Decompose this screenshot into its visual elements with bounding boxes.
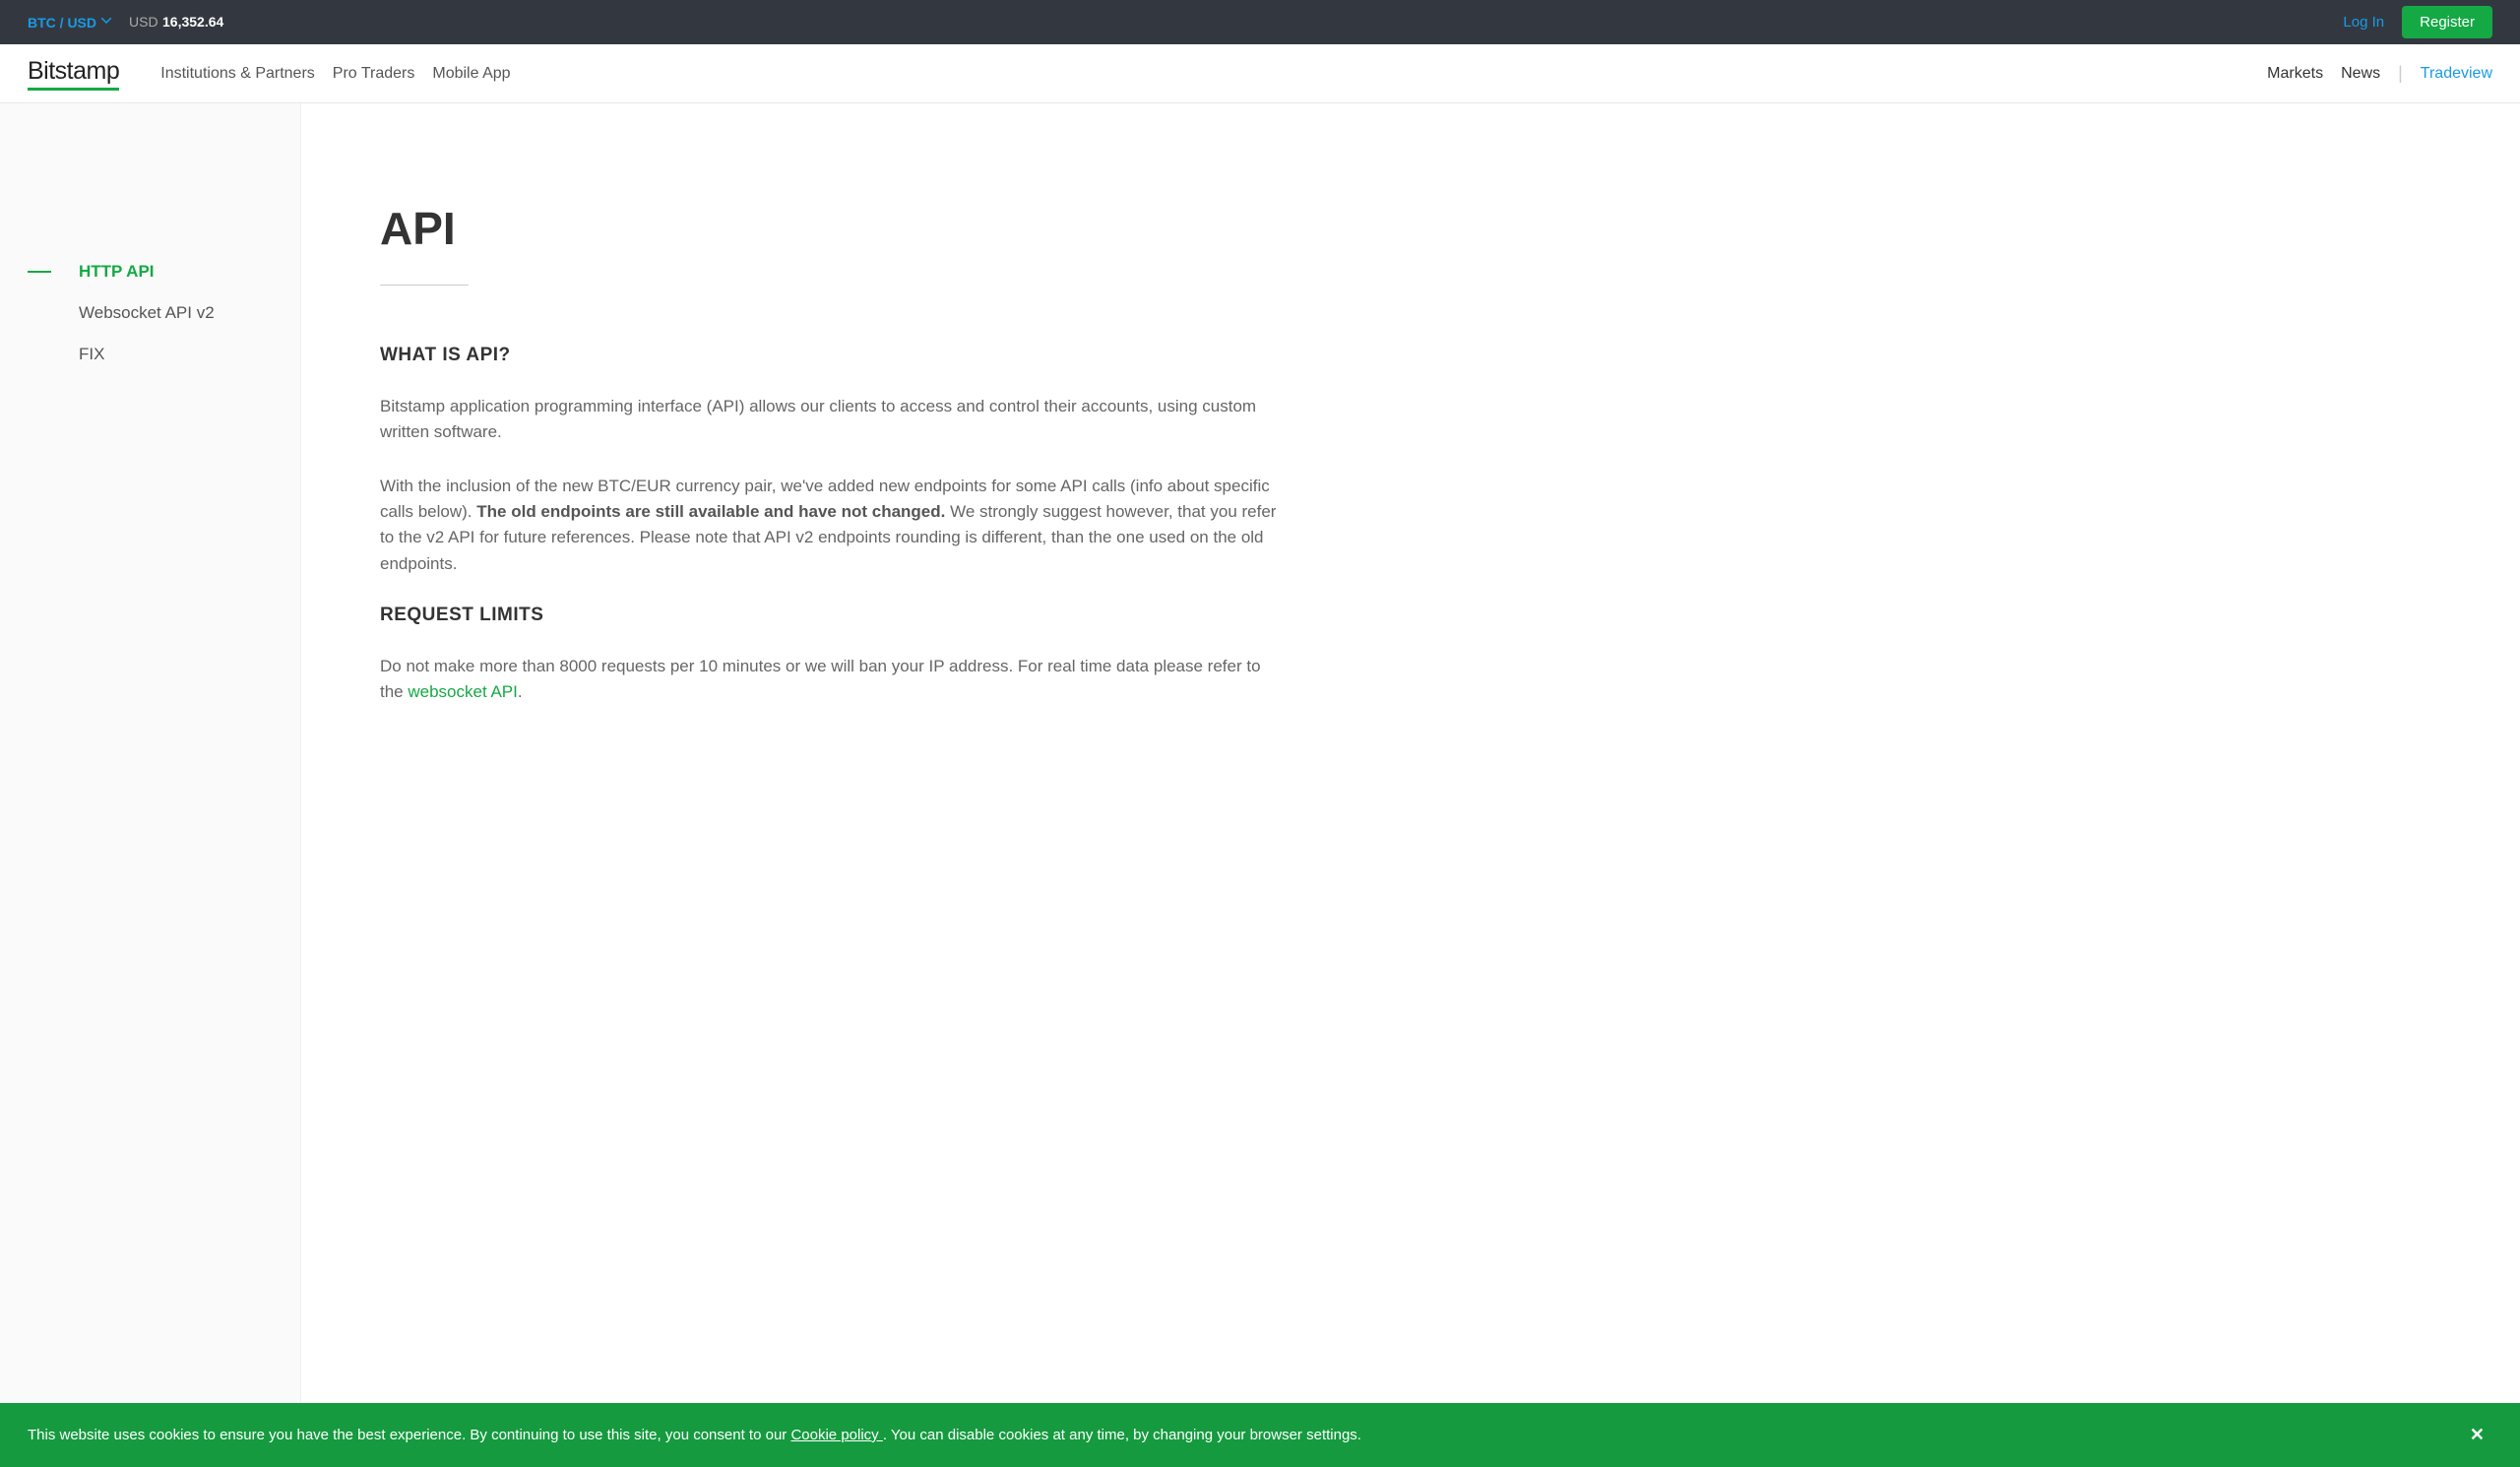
register-button[interactable]: Register	[2402, 6, 2492, 38]
p2-strong: The old endpoints are still available an…	[476, 502, 945, 521]
sidebar-item-fix[interactable]: FIX	[0, 334, 300, 375]
active-indicator	[28, 353, 51, 355]
what-is-api-p1: Bitstamp application programming interfa…	[380, 394, 1286, 446]
currency-pair-selector[interactable]: BTC / USD	[28, 15, 111, 31]
header-left: Bitstamp Institutions & Partners Pro Tra…	[28, 57, 511, 91]
sidebar-item-http-api[interactable]: HTTP API	[0, 251, 300, 292]
section-heading-request-limits: REQUEST LIMITS	[380, 605, 1286, 626]
top-bar: BTC / USD USD 16,352.64 Log In Register	[0, 0, 2520, 44]
primary-nav: Institutions & Partners Pro Traders Mobi…	[160, 65, 510, 83]
cookie-text-a: This website uses cookies to ensure you …	[28, 1427, 790, 1443]
active-indicator	[28, 271, 51, 273]
nav-mobile-app[interactable]: Mobile App	[432, 65, 510, 83]
top-bar-right: Log In Register	[2343, 6, 2492, 38]
nav-institutions[interactable]: Institutions & Partners	[160, 65, 315, 83]
main-content: API WHAT IS API? Bitstamp application pr…	[301, 103, 1345, 1467]
main-header: Bitstamp Institutions & Partners Pro Tra…	[0, 44, 2520, 103]
price-display: USD 16,352.64	[129, 14, 223, 32]
cookie-text-b: . You can disable cookies at any time, b…	[883, 1427, 1361, 1443]
price-value: 16,352.64	[162, 14, 223, 30]
sidebar-item-label: HTTP API	[79, 262, 155, 282]
header-right: Markets News | Tradeview	[2267, 63, 2492, 84]
active-indicator	[28, 312, 51, 314]
title-underline	[380, 285, 469, 286]
cookie-text: This website uses cookies to ensure you …	[28, 1427, 2462, 1443]
chevron-down-icon	[101, 18, 111, 28]
sidebar-item-websocket[interactable]: Websocket API v2	[0, 292, 300, 334]
section-heading-what-is-api: WHAT IS API?	[380, 345, 1286, 366]
what-is-api-p2: With the inclusion of the new BTC/EUR cu…	[380, 474, 1286, 577]
content-wrap: HTTP API Websocket API v2 FIX API WHAT I…	[0, 103, 2520, 1467]
sidebar-item-label: FIX	[79, 345, 104, 364]
cookie-policy-link[interactable]: Cookie policy	[790, 1427, 882, 1443]
request-limits-p1: Do not make more than 8000 requests per …	[380, 654, 1286, 706]
nav-tradeview[interactable]: Tradeview	[2421, 65, 2492, 83]
price-currency: USD	[129, 14, 158, 30]
login-link[interactable]: Log In	[2343, 14, 2384, 31]
nav-news[interactable]: News	[2341, 65, 2380, 83]
websocket-api-link[interactable]: websocket API	[408, 682, 518, 701]
cookie-banner: This website uses cookies to ensure you …	[0, 1403, 2520, 1467]
page-title: API	[380, 202, 1286, 255]
nav-divider: |	[2398, 63, 2403, 84]
logo[interactable]: Bitstamp	[28, 57, 119, 91]
close-icon[interactable]: ✕	[2462, 1425, 2492, 1445]
top-bar-left: BTC / USD USD 16,352.64	[28, 14, 223, 32]
nav-pro-traders[interactable]: Pro Traders	[333, 65, 415, 83]
nav-markets[interactable]: Markets	[2267, 65, 2323, 83]
sidebar: HTTP API Websocket API v2 FIX	[0, 103, 301, 1467]
currency-pair-label: BTC / USD	[28, 15, 96, 31]
sidebar-item-label: Websocket API v2	[79, 303, 215, 323]
rl-part-b: .	[518, 682, 523, 701]
